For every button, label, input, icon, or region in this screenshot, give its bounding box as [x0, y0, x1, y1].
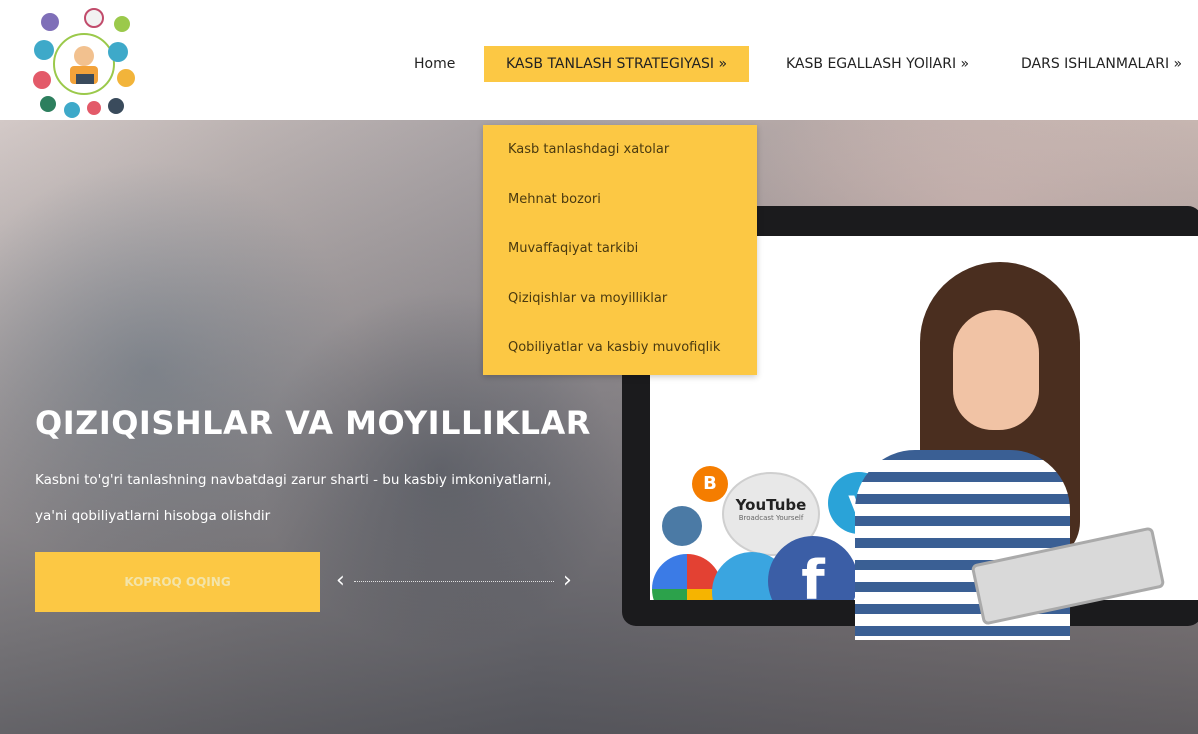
nav-kasb-tanlash-strategiyasi[interactable]: KASB TANLASH STRATEGIYASI »	[484, 46, 750, 82]
hero-title: QIZIQISHLAR VA MOYILLIKLAR	[35, 404, 591, 442]
nav-home[interactable]: Home	[414, 46, 455, 82]
dropdown-item-kasb-tanlashdagi-xatolar[interactable]: Kasb tanlashdagi xatolar	[508, 142, 669, 157]
read-more-button[interactable]: KOPROQ OQING	[35, 552, 320, 612]
blogger-icon: B	[692, 466, 728, 502]
dropdown-item-muvaffaqiyat-tarkibi[interactable]: Muvaffaqiyat tarkibi	[508, 241, 638, 256]
slider-prev-arrow-icon[interactable]: ‹	[336, 568, 345, 593]
hero-text-line-1: Kasbni to'g'ri tanlashning navbatdagi za…	[35, 472, 552, 488]
nav-dropdown-menu: Kasb tanlashdagi xatolar Mehnat bozori M…	[483, 125, 757, 375]
woman-face	[953, 310, 1039, 430]
slider-next-arrow-icon[interactable]: ›	[563, 568, 572, 593]
dropdown-item-mehnat-bozori[interactable]: Mehnat bozori	[508, 192, 601, 207]
instagram-icon	[662, 506, 702, 546]
site-logo[interactable]	[30, 8, 138, 118]
dropdown-item-qobiliyatlar-va-kasbiy-muvofiqlik[interactable]: Qobiliyatlar va kasbiy muvofiqlik	[508, 340, 720, 355]
nav-kasb-egallash-yollari[interactable]: KASB EGALLASH YOllARI »	[786, 46, 969, 82]
site-header: Home KASB TANLASH STRATEGIYASI » KASB EG…	[0, 0, 1198, 120]
slider-progress-line	[354, 581, 554, 582]
dropdown-item-qiziqishlar-va-moyilliklar[interactable]: Qiziqishlar va moyilliklar	[508, 291, 667, 306]
hero-text-line-2: ya'ni qobiliyatlarni hisobga olishdir	[35, 508, 271, 524]
nav-dars-ishlanmalari[interactable]: DARS ISHLANMALARI »	[1021, 46, 1182, 82]
